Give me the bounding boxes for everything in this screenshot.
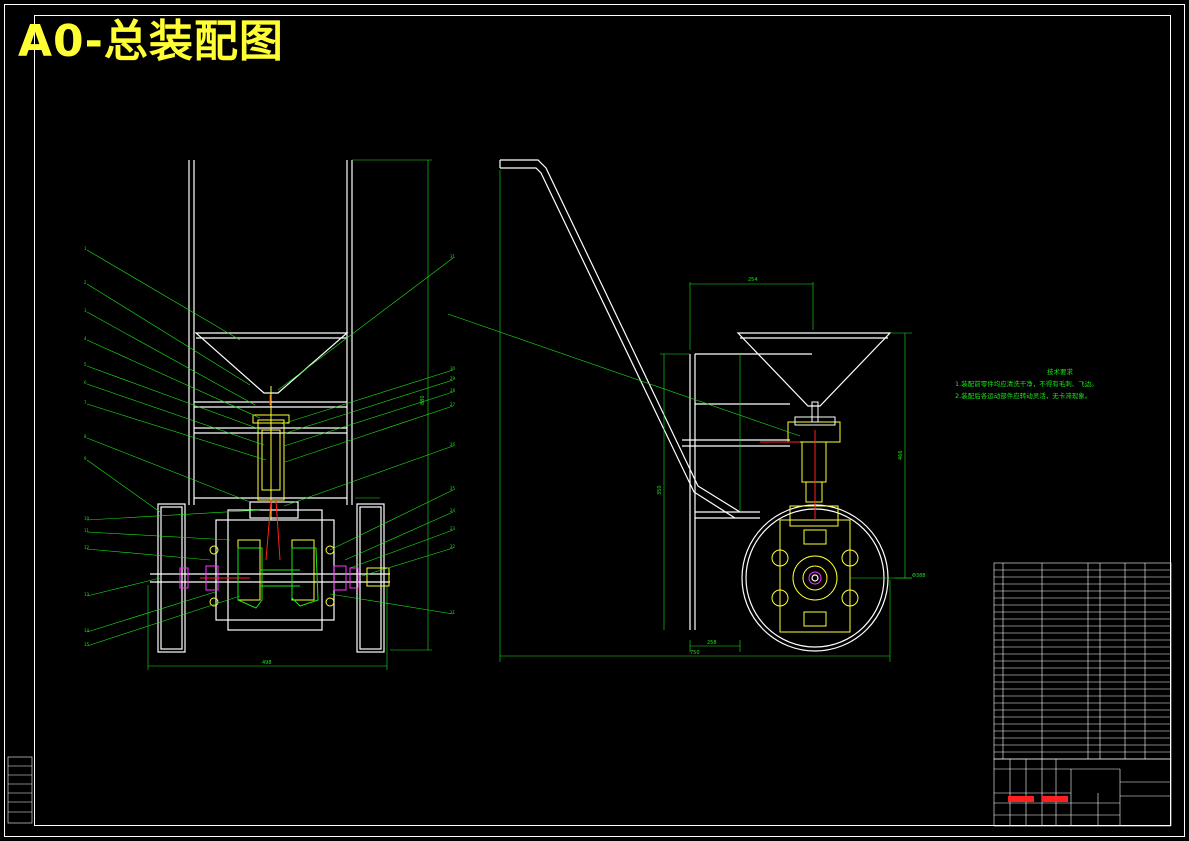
svg-text:14: 14	[84, 628, 90, 633]
svg-text:28: 28	[450, 388, 456, 393]
svg-text:13: 13	[84, 592, 90, 597]
tech-notes-heading: 技术要求	[1047, 368, 1073, 376]
technical-requirements: 技术要求 1.装配前零件均应清洗干净，不得有毛刺、飞边。 2.装配后各运动部件应…	[955, 366, 1165, 402]
front-width-dim: 498	[262, 660, 272, 666]
frame-height-dim: 350	[657, 485, 663, 495]
svg-text:23: 23	[450, 526, 456, 531]
side-width-dim: 750	[690, 650, 700, 656]
svg-text:10: 10	[84, 516, 90, 521]
svg-text:30: 30	[450, 366, 456, 371]
tech-note-line: 2.装配后各运动部件应转动灵活，无卡滞现象。	[955, 392, 1092, 400]
svg-text:2: 2	[84, 280, 87, 285]
svg-text:25: 25	[450, 486, 456, 491]
binding-strip	[7, 756, 33, 824]
svg-text:3: 3	[84, 308, 87, 313]
outer-border	[4, 4, 1185, 837]
svg-text:12: 12	[84, 545, 90, 550]
front-height-dim: 880	[420, 395, 426, 405]
svg-text:8: 8	[84, 434, 87, 439]
svg-text:31: 31	[450, 254, 456, 259]
title-block	[993, 758, 1172, 827]
side-top-dim: 254	[748, 277, 758, 283]
svg-text:7: 7	[84, 400, 87, 405]
svg-text:4: 4	[84, 336, 87, 341]
svg-text:11: 11	[84, 528, 90, 533]
svg-text:29: 29	[450, 376, 456, 381]
svg-text:21: 21	[450, 610, 456, 615]
tech-note-line: 1.装配前零件均应清洗干净，不得有毛刺、飞边。	[955, 380, 1098, 388]
wheel-dia-dim: Φ388	[912, 573, 925, 579]
drawing-title: A0-总装配图	[18, 16, 284, 67]
svg-text:5: 5	[84, 362, 87, 367]
svg-text:24: 24	[450, 508, 456, 513]
front-view: 123 456 789 101112 131415 313029 282726 …	[84, 159, 456, 670]
parts-list	[993, 562, 1172, 760]
svg-text:6: 6	[84, 380, 87, 385]
svg-text:27: 27	[450, 402, 456, 407]
assembly-drawing-sheet: 123 456 789 101112 131415 313029 282726 …	[4, 4, 1185, 837]
svg-text:15: 15	[84, 642, 90, 647]
side-bottom-dim: 258	[707, 640, 717, 646]
svg-text:9: 9	[84, 456, 87, 461]
svg-text:1: 1	[84, 246, 87, 251]
side-height-dim: 466	[898, 450, 904, 460]
inner-border	[34, 15, 1171, 826]
side-view: 254 750 258 Φ388 466 350	[447, 159, 925, 662]
svg-text:26: 26	[450, 442, 456, 447]
svg-text:22: 22	[450, 544, 456, 549]
